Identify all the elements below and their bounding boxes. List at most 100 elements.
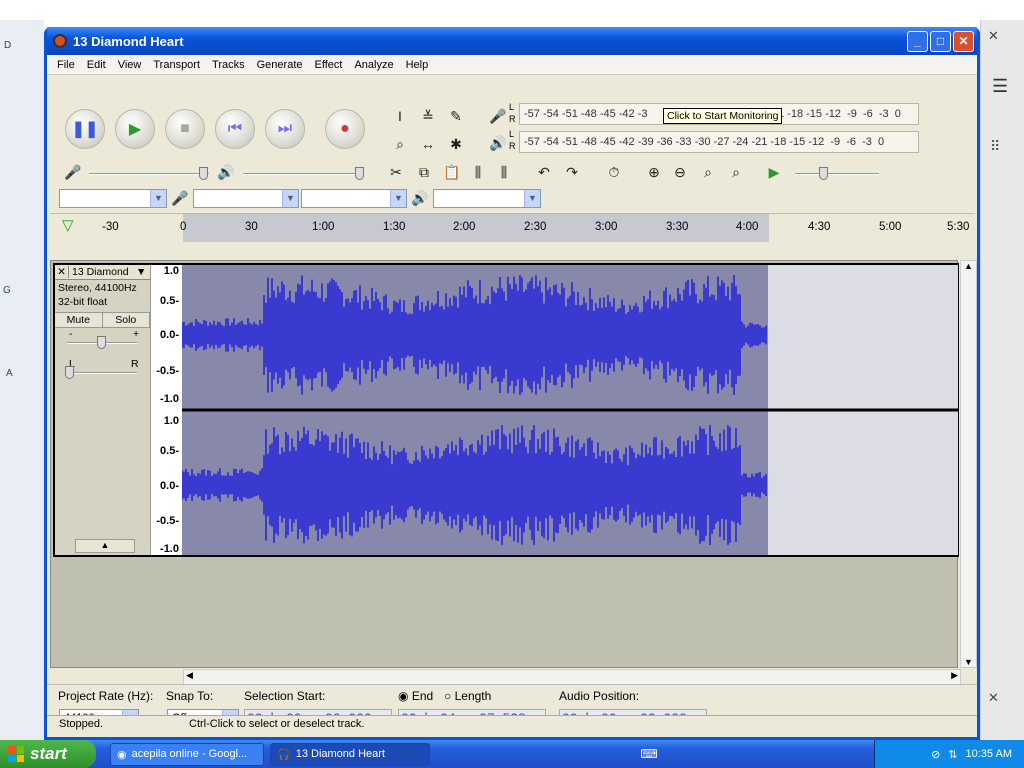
timeline-ruler[interactable]: ▽ -30 0 30 1:00 1:30 2:00 2:30 3:00 3:30…	[50, 213, 975, 242]
taskbar-item-audacity[interactable]: 🎧 13 Diamond Heart	[270, 742, 430, 766]
scroll-up-icon[interactable]: ▲	[961, 261, 976, 271]
fit-project-icon[interactable]: ⌕	[725, 161, 747, 183]
vertical-scrollbar[interactable]: ▲ ▼	[960, 260, 977, 668]
play-head-icon[interactable]: ▽	[62, 216, 74, 234]
track-menu-arrow-icon[interactable]: ▼	[136, 266, 150, 278]
scroll-left-icon[interactable]: ◀	[186, 670, 193, 681]
background-menu-icon[interactable]: ☰	[992, 76, 1008, 97]
skip-start-button[interactable]: ⏮	[215, 109, 255, 149]
paste-icon[interactable]: 📋	[441, 161, 463, 183]
undo-icon[interactable]: ↶	[533, 161, 555, 183]
play-speed-slider[interactable]	[795, 167, 879, 180]
minimize-button[interactable]: _	[907, 30, 928, 52]
maximize-button[interactable]: □	[930, 30, 951, 52]
taskbar: start ◉ acepila online - Googl... 🎧 13 Dia…	[0, 740, 1024, 768]
trim-icon[interactable]: ⫼	[467, 161, 489, 183]
pause-icon: ❚❚	[71, 121, 99, 138]
length-radio[interactable]: ○ Length	[444, 689, 491, 703]
title-bar[interactable]: 13 Diamond Heart _ □ ✕	[47, 27, 977, 55]
skip-end-button[interactable]: ⏭	[265, 109, 305, 149]
draw-tool-icon[interactable]: ✎	[445, 105, 467, 127]
menu-effect[interactable]: Effect	[309, 59, 349, 71]
scale-label: -0.5-	[156, 365, 179, 377]
track-close-icon[interactable]: ✕	[55, 266, 69, 278]
collapse-track-button[interactable]: ▲	[75, 539, 135, 553]
zoom-tool-icon[interactable]: ⌕	[389, 133, 411, 155]
scroll-down-icon[interactable]: ▼	[961, 657, 976, 667]
menu-edit[interactable]: Edit	[81, 59, 112, 71]
output-meter[interactable]: -57 -54 -51 -48 -45 -42 -39 -36 -33 -30 …	[519, 131, 919, 153]
redo-icon[interactable]: ↷	[561, 161, 583, 183]
copy-icon[interactable]: ⧉	[413, 161, 435, 183]
pan-slider[interactable]	[65, 366, 137, 379]
pan-knob[interactable]	[65, 366, 74, 379]
mute-button[interactable]: Mute	[55, 313, 103, 327]
start-button[interactable]: start	[0, 740, 96, 768]
input-volume-knob[interactable]	[199, 167, 208, 180]
menu-tracks[interactable]: Tracks	[206, 59, 251, 71]
skip-end-icon: ⏭	[277, 120, 293, 137]
input-device-combo[interactable]: ▼	[193, 189, 299, 208]
stop-button[interactable]: ■	[165, 109, 205, 149]
output-volume-slider[interactable]	[243, 167, 364, 180]
output-meter-scale: -57 -54 -51 -48 -45 -42 -39 -36 -33 -30 …	[524, 136, 885, 148]
waveform-area[interactable]	[181, 265, 958, 555]
chevron-down-icon: ▼	[524, 190, 540, 207]
track-name[interactable]: 13 Diamond	[69, 266, 136, 278]
tracks-area[interactable]: ✕ 13 Diamond ▼ Stereo, 44100Hz 32-bit fl…	[50, 260, 959, 668]
meter-out-r: R	[509, 141, 516, 151]
scroll-right-icon[interactable]: ▶	[951, 670, 958, 681]
end-radio[interactable]: ◉ End	[398, 689, 433, 703]
output-device-speaker-icon: 🔊	[411, 189, 429, 206]
background-apps-icon[interactable]: ⠿	[990, 139, 1002, 153]
chevron-down-icon: ▼	[282, 190, 298, 207]
horizontal-scrollbar[interactable]: ◀ ▶	[183, 669, 961, 685]
cut-icon[interactable]: ✂	[385, 161, 407, 183]
menu-generate[interactable]: Generate	[251, 59, 309, 71]
background-close-icon[interactable]: ✕	[988, 28, 999, 44]
multi-tool-icon[interactable]: ✱	[445, 133, 467, 155]
input-volume-slider[interactable]	[89, 167, 209, 180]
scale-label: 1.0	[163, 265, 179, 277]
envelope-tool-icon[interactable]: ≚	[417, 105, 439, 127]
track-header[interactable]: ✕ 13 Diamond ▼	[55, 265, 150, 280]
close-button[interactable]: ✕	[953, 30, 974, 52]
selection-tool-icon[interactable]: I	[389, 105, 411, 127]
silence-icon[interactable]: ⫼	[493, 161, 515, 183]
menu-file[interactable]: File	[51, 59, 81, 71]
snap-to-label: Snap To:	[166, 689, 214, 703]
track-bits: 32-bit float	[58, 296, 108, 308]
output-device-combo[interactable]: ▼	[433, 189, 541, 208]
play-at-speed-icon[interactable]: ▶	[763, 161, 785, 183]
vertical-scale: 1.0 0.5- 0.0- -0.5- -1.0 1.0 0.5- 0.0- -…	[152, 265, 182, 555]
menu-analyze[interactable]: Analyze	[348, 59, 399, 71]
ruler-tick: 30	[245, 221, 258, 233]
keyboard-icon[interactable]: ⌨	[640, 747, 657, 761]
background-close-icon-2[interactable]: ✕	[988, 690, 999, 706]
output-meter-speaker-icon[interactable]: 🔊	[487, 132, 509, 154]
ruler-tick: -30	[102, 221, 119, 233]
audio-track[interactable]: ✕ 13 Diamond ▼ Stereo, 44100Hz 32-bit fl…	[53, 263, 959, 557]
timeshift-tool-icon[interactable]: ↔	[417, 133, 439, 155]
output-volume-knob[interactable]	[355, 167, 364, 180]
gain-slider[interactable]	[67, 336, 137, 349]
menu-help[interactable]: Help	[400, 59, 435, 71]
sync-lock-icon[interactable]: ⏱	[603, 161, 625, 183]
zoom-out-icon[interactable]: ⊖	[669, 161, 691, 183]
pause-button[interactable]: ❚❚	[65, 109, 105, 149]
fit-selection-icon[interactable]: ⌕	[697, 161, 719, 183]
zoom-in-icon[interactable]: ⊕	[643, 161, 665, 183]
tray-icon-2[interactable]: ⇅	[948, 748, 957, 761]
audio-host-combo[interactable]: ▼	[59, 189, 167, 208]
record-button[interactable]: ●	[325, 109, 365, 149]
tray-icon[interactable]: ⊘	[931, 748, 940, 761]
play-speed-knob[interactable]	[819, 167, 828, 180]
solo-button[interactable]: Solo	[102, 313, 150, 327]
taskbar-item-chrome[interactable]: ◉ acepila online - Googl...	[110, 742, 264, 766]
input-meter-mic-icon[interactable]: 🎤	[487, 105, 509, 127]
input-channels-combo[interactable]: ▼	[301, 189, 407, 208]
menu-transport[interactable]: Transport	[147, 59, 206, 71]
gain-knob[interactable]	[97, 336, 106, 349]
play-button[interactable]: ▶	[115, 109, 155, 149]
menu-view[interactable]: View	[112, 59, 148, 71]
